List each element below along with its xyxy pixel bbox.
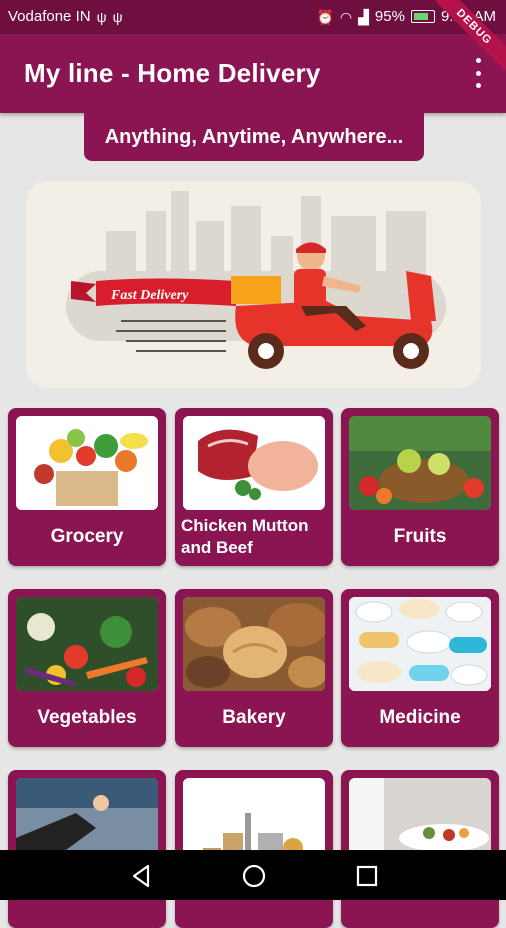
category-card-grocery[interactable]: Grocery — [8, 408, 166, 566]
grocery-image — [16, 416, 158, 510]
category-label: Bakery — [222, 707, 286, 728]
category-card-fruits[interactable]: Fruits — [341, 408, 499, 566]
category-label: Fruits — [393, 526, 447, 547]
usb-icon-2: ψ — [112, 8, 123, 25]
app-title: My line - Home Delivery — [24, 58, 321, 88]
back-icon[interactable] — [128, 863, 154, 889]
carrier-name: Vodafone IN — [8, 8, 91, 25]
fruits-image — [349, 416, 491, 510]
bakery-image — [183, 597, 325, 691]
recents-icon[interactable] — [354, 863, 380, 889]
category-card-medicine[interactable]: Medicine — [341, 589, 499, 747]
category-label: Medicine — [379, 707, 461, 728]
battery-icon — [410, 10, 435, 23]
category-card-meat[interactable]: Chicken Mutton and Beef — [175, 408, 333, 566]
signal-icon: ▟ — [358, 8, 369, 25]
debug-label: DEBUG — [436, 0, 506, 70]
category-label: Chicken Mutton and Beef — [181, 516, 309, 557]
category-card-8[interactable] — [175, 770, 333, 928]
debug-banner: DEBUG — [436, 0, 506, 70]
ribbon-text: Fast Delivery — [110, 288, 189, 303]
category-card-9[interactable] — [341, 770, 499, 928]
vegetables-image — [16, 597, 158, 691]
category-card-7[interactable] — [8, 770, 166, 928]
category-label: Grocery — [50, 526, 124, 547]
category-label: Vegetables — [37, 707, 137, 728]
category-card-vegetables[interactable]: Vegetables — [8, 589, 166, 747]
navigation-bar — [0, 850, 506, 900]
status-bar: Vodafone IN ψ ψ ⏰ ◠ ▟ 95% 9:13 AM — [0, 0, 506, 34]
meat-image — [183, 416, 325, 510]
delivery-banner: Fast Delivery — [26, 181, 481, 388]
wifi-icon: ◠ — [339, 8, 353, 25]
usb-icon: ψ — [96, 8, 107, 25]
fast-delivery-illustration: Fast Delivery — [66, 191, 446, 369]
battery-percent: 95% — [374, 8, 405, 25]
alarm-icon: ⏰ — [316, 8, 334, 25]
medicine-image — [349, 597, 491, 691]
app-bar: My line - Home Delivery — [0, 34, 506, 113]
home-icon[interactable] — [241, 863, 267, 889]
category-card-bakery[interactable]: Bakery — [175, 589, 333, 747]
tagline: Anything, Anytime, Anywhere... — [84, 113, 424, 161]
